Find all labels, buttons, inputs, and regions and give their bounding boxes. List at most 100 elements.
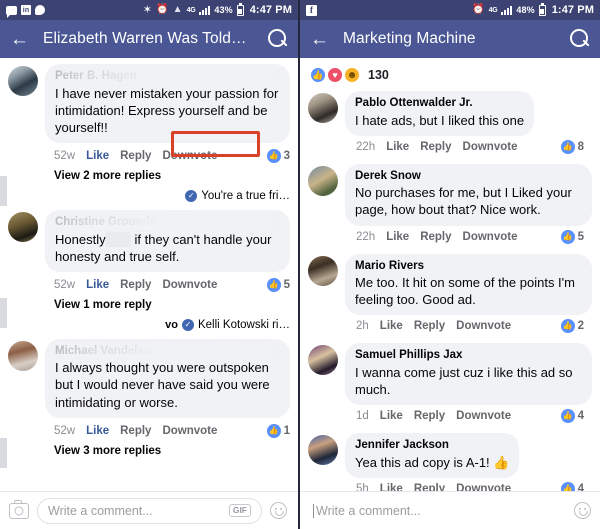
downvote-button[interactable]: Downvote <box>463 141 518 153</box>
list-item[interactable]: Michael Vandelaar I always thought you w… <box>0 331 298 420</box>
chat-bubble-icon <box>35 5 45 15</box>
like-button[interactable]: Like <box>86 425 109 437</box>
reply-preview[interactable]: ✓ You're a true fri… <box>0 188 298 202</box>
reply-button[interactable]: Reply <box>120 279 151 291</box>
back-icon[interactable]: ← <box>310 30 329 49</box>
commenter-name[interactable]: Pablo Ottenwalder Jr. <box>355 96 524 112</box>
commenter-name[interactable]: Christine Grounds <box>55 215 280 231</box>
reply-preview-text: You're a true fri… <box>201 189 290 202</box>
search-icon[interactable] <box>268 29 288 49</box>
list-item[interactable]: Mario Rivers Me too. It hit on some of t… <box>300 246 600 336</box>
commenter-name[interactable]: Jennifer Jackson <box>355 438 509 454</box>
right-comment-composer[interactable]: Write a comment... <box>300 491 600 529</box>
like-button[interactable]: Like <box>380 320 403 332</box>
smiley-icon[interactable] <box>270 502 287 519</box>
comment-input[interactable]: Write a comment... <box>309 498 566 524</box>
battery-percent-label: 48% <box>516 5 535 15</box>
reply-button[interactable]: Reply <box>414 320 445 332</box>
reply-button[interactable]: Reply <box>120 425 151 437</box>
like-button[interactable]: Like <box>386 141 409 153</box>
reaction-badge[interactable]: 👍 2 <box>560 319 592 334</box>
battery-icon <box>538 3 546 16</box>
love-reaction-icon: ♥ <box>327 67 343 83</box>
reply-button[interactable]: Reply <box>420 231 451 243</box>
like-button[interactable]: Like <box>86 150 109 162</box>
reply-button[interactable]: Reply <box>414 410 445 422</box>
reaction-badge[interactable]: 👍 3 <box>266 148 298 163</box>
comment-actions[interactable]: 22h Like Reply Downvote 👍 8 <box>345 136 592 154</box>
downvote-button[interactable]: Downvote <box>162 150 217 162</box>
comment-input[interactable]: Write a comment... GIF <box>37 497 262 524</box>
messenger-icon <box>6 5 17 18</box>
list-item[interactable]: Peter B. Hagen I have never mistaken you… <box>0 58 298 145</box>
battery-percent-label: 43% <box>214 5 233 15</box>
timestamp: 52w <box>54 149 76 162</box>
post-reactions-summary[interactable]: 👍 ♥ ☻ 130 <box>300 58 600 87</box>
comment-actions[interactable]: 2h Like Reply Downvote 👍 2 <box>345 315 592 334</box>
reaction-badge[interactable]: 👍 8 <box>560 139 592 154</box>
reply-button[interactable]: Reply <box>120 150 151 162</box>
reaction-badge[interactable]: 👍 1 <box>266 423 298 438</box>
comment-text: Honestly if they can't handle your hones… <box>55 231 280 265</box>
like-button[interactable]: Like <box>386 231 409 243</box>
search-icon[interactable] <box>570 29 590 49</box>
camera-icon[interactable] <box>9 500 29 519</box>
downvote-button[interactable]: Downvote <box>463 231 518 243</box>
downvote-button[interactable]: Downvote <box>162 425 217 437</box>
downvote-button[interactable]: Downvote <box>456 320 511 332</box>
commenter-name[interactable]: Samuel Phillips Jax <box>355 348 582 364</box>
commenter-name[interactable]: Michael Vandelaar <box>55 344 280 360</box>
comment-text: Me too. It hit on some of the points I'm… <box>355 275 575 308</box>
like-button[interactable]: Like <box>86 279 109 291</box>
reply-button[interactable]: Reply <box>420 141 451 153</box>
avatar[interactable] <box>308 93 338 123</box>
avatar[interactable] <box>308 435 338 466</box>
reaction-badge[interactable]: 👍 4 <box>560 409 592 424</box>
list-item[interactable]: Christine Grounds Honestly if they can't… <box>0 202 298 274</box>
right-comment-feed[interactable]: 👍 ♥ ☻ 130 Pablo Ottenwalder Jr. I hate a… <box>300 58 600 529</box>
left-comment-feed[interactable]: Peter B. Hagen I have never mistaken you… <box>0 58 298 529</box>
reaction-count: 2 <box>577 320 584 333</box>
left-app-header: ← Elizabeth Warren Was Told… <box>0 20 298 58</box>
avatar[interactable] <box>8 211 38 242</box>
avatar[interactable] <box>308 255 338 286</box>
like-reaction-icon: 👍 <box>310 67 326 83</box>
avatar[interactable] <box>308 165 338 196</box>
gif-icon[interactable]: GIF <box>228 503 251 518</box>
comment-actions[interactable]: 1d Like Reply Downvote 👍 4 <box>345 405 592 424</box>
commenter-name[interactable]: Mario Rivers <box>355 259 582 275</box>
commenter-name[interactable]: Derek Snow <box>355 169 582 185</box>
back-icon[interactable]: ← <box>10 30 29 49</box>
timestamp: 52w <box>54 424 76 437</box>
avatar[interactable] <box>8 66 38 96</box>
reaction-badge[interactable]: 👍 5 <box>560 229 592 244</box>
thumbs-up-icon: 👍 <box>266 148 281 163</box>
comment-actions[interactable]: 22h Like Reply Downvote 👍 5 <box>345 226 592 244</box>
comment-text: No purchases for me, but I Liked your pa… <box>355 185 572 218</box>
commenter-name[interactable]: Peter B. Hagen <box>55 69 280 85</box>
comment-bubble: Mario Rivers Me too. It hit on some of t… <box>345 253 592 316</box>
downvote-button[interactable]: Downvote <box>456 410 511 422</box>
avatar[interactable] <box>308 345 338 376</box>
reaction-badge[interactable]: 👍 5 <box>266 277 298 292</box>
reply-preview[interactable]: vo ✓ Kelli Kotowski ri… <box>0 317 298 331</box>
list-item[interactable]: Samuel Phillips Jax I wanna come just cu… <box>300 335 600 425</box>
view-more-replies-link[interactable]: View 1 more reply <box>0 292 298 317</box>
signal-bars-icon <box>501 5 513 15</box>
facebook-icon: f <box>306 4 317 16</box>
list-item[interactable]: Jennifer Jackson Yea this ad copy is A-1… <box>300 425 600 498</box>
left-comment-composer[interactable]: Write a comment... GIF <box>0 491 298 529</box>
smiley-icon[interactable] <box>574 502 591 519</box>
comment-actions[interactable]: 52w Like Reply Downvote 👍 1 <box>0 420 298 438</box>
avatar[interactable] <box>8 340 38 371</box>
comment-actions[interactable]: 52w Like Reply Downvote 👍 3 <box>0 145 298 163</box>
comment-actions[interactable]: 52w Like Reply Downvote 👍 5 <box>0 274 298 292</box>
view-more-replies-link[interactable]: View 2 more replies <box>0 163 298 188</box>
downvote-button[interactable]: Downvote <box>162 279 217 291</box>
like-button[interactable]: Like <box>380 410 403 422</box>
list-item[interactable]: Derek Snow No purchases for me, but I Li… <box>300 156 600 246</box>
list-item[interactable]: Pablo Ottenwalder Jr. I hate ads, but I … <box>300 87 600 156</box>
view-more-replies-link[interactable]: View 3 more replies <box>0 438 298 463</box>
comment-bubble: Michael Vandelaar I always thought you w… <box>45 338 290 418</box>
reaction-count: 3 <box>283 149 290 162</box>
